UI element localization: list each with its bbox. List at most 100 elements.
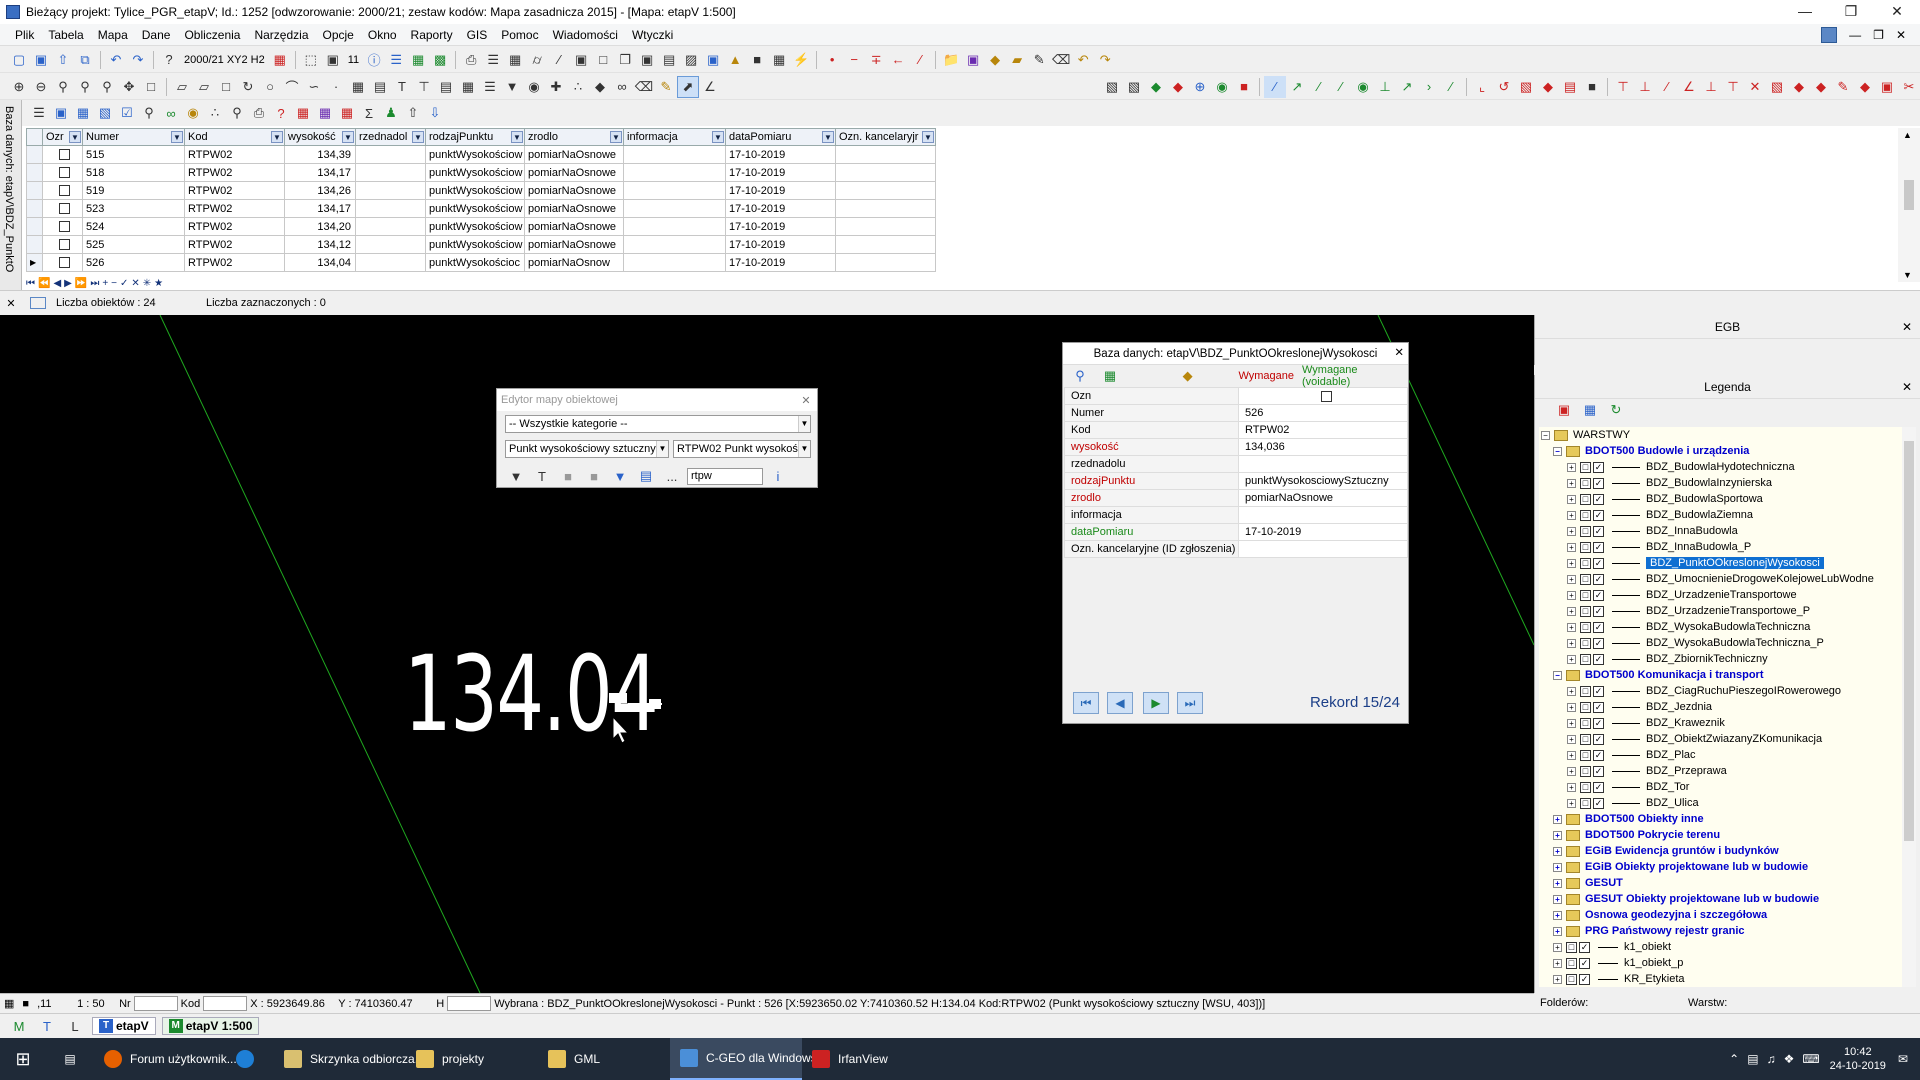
- minimize-button[interactable]: —: [1782, 0, 1828, 24]
- cell-rodzajpunktu[interactable]: punktWysokościoc: [425, 253, 525, 272]
- geo-c-icon[interactable]: ∕: [1656, 76, 1678, 98]
- import-icon[interactable]: ⇧: [52, 49, 74, 71]
- tree-group[interactable]: + Osnowa geodezyjna i szczegółowa: [1539, 907, 1913, 923]
- symbol-icon[interactable]: ▼: [501, 76, 523, 98]
- snap-b-icon[interactable]: ▧: [1123, 76, 1145, 98]
- map-l-icon[interactable]: L: [64, 1015, 86, 1037]
- pen-icon[interactable]: ✎: [1028, 49, 1050, 71]
- properties-icon[interactable]: ☰: [385, 49, 407, 71]
- cell-zrodlo[interactable]: pomiarNaOsnowe: [524, 181, 624, 200]
- cell-rzednadol[interactable]: [355, 163, 426, 182]
- line-tool-h-icon[interactable]: ›: [1418, 76, 1440, 98]
- cross-icon[interactable]: ✚: [545, 76, 567, 98]
- cell-informacja[interactable]: [623, 235, 726, 254]
- tree-group[interactable]: + GESUT Obiekty projektowane lub w budowi…: [1539, 891, 1913, 907]
- measure-icon[interactable]: ⌭: [526, 49, 548, 71]
- line-tool-b-icon[interactable]: ↗: [1286, 76, 1308, 98]
- redo2-icon[interactable]: ↷: [1094, 49, 1116, 71]
- tool-a-icon[interactable]: ▨: [680, 49, 702, 71]
- editor-layer-icon[interactable]: ▤: [635, 465, 657, 487]
- line-tool-c-icon[interactable]: ∕: [1308, 76, 1330, 98]
- eraser-icon[interactable]: ▰: [1006, 49, 1028, 71]
- tree-group[interactable]: + BDOT500 Obiekty inne: [1539, 811, 1913, 827]
- record-field-value[interactable]: [1238, 540, 1408, 558]
- tree-layer[interactable]: + □ ✓ BDZ_Kraweznik: [1539, 715, 1913, 731]
- text-c-icon[interactable]: ▤: [435, 76, 457, 98]
- tree-layer[interactable]: + □ ✓ BDZ_BudowlaZiemna: [1539, 507, 1913, 523]
- snap-g-icon[interactable]: ■: [1233, 76, 1255, 98]
- tree-group[interactable]: + GESUT: [1539, 875, 1913, 891]
- cell-informacja[interactable]: [623, 163, 726, 182]
- col-ozr[interactable]: Ozr ▼: [42, 128, 83, 146]
- pan-icon[interactable]: ✥: [118, 76, 140, 98]
- tree-group[interactable]: − BDOT500 Budowle i urządzenia: [1539, 443, 1913, 459]
- legend-scrollbar[interactable]: [1902, 427, 1916, 987]
- mod-e-icon[interactable]: ▤: [1559, 76, 1581, 98]
- start-button[interactable]: ⊞: [0, 1038, 46, 1080]
- cell-zrodlo[interactable]: pomiarNaOsnowe: [524, 217, 624, 236]
- line-tool-a-icon[interactable]: ∕: [1264, 75, 1286, 98]
- geo-k-icon[interactable]: ✎: [1832, 76, 1854, 98]
- mdi-minimize-button[interactable]: —: [1849, 28, 1861, 42]
- geo-m-icon[interactable]: ▣: [1876, 76, 1898, 98]
- db-link-icon[interactable]: ∞: [160, 102, 182, 124]
- tree-group[interactable]: + PRG Państwowy rejestr granic: [1539, 923, 1913, 939]
- row-indicator[interactable]: [26, 235, 43, 254]
- record-prev-button[interactable]: ◀: [1107, 692, 1133, 714]
- tree-layer[interactable]: + □ ✓ k1_obiekt_p: [1539, 955, 1913, 971]
- list-icon[interactable]: ☰: [479, 76, 501, 98]
- db-user-icon[interactable]: ♟: [380, 102, 402, 124]
- row-checkbox[interactable]: [42, 163, 83, 182]
- geo-e-icon[interactable]: ⊥: [1700, 76, 1722, 98]
- line-tool-d-icon[interactable]: ∕: [1330, 76, 1352, 98]
- hatch-icon[interactable]: ▦: [347, 76, 369, 98]
- menu-tabela[interactable]: Tabela: [41, 28, 90, 42]
- db-sum-icon[interactable]: Σ: [358, 102, 380, 124]
- restore-button[interactable]: ❐: [1828, 0, 1874, 24]
- line-tool-e-icon[interactable]: ◉: [1352, 76, 1374, 98]
- new-project-icon[interactable]: ▢: [8, 49, 30, 71]
- geo-b-icon[interactable]: ⊥: [1634, 76, 1656, 98]
- category-select[interactable]: -- Wszystkie kategorie -- ▼: [505, 415, 811, 433]
- paint-icon[interactable]: ✎: [655, 76, 677, 98]
- tree-layer[interactable]: + □ ✓ BDZ_Jezdnia: [1539, 699, 1913, 715]
- db-query-icon[interactable]: ?: [270, 102, 292, 124]
- tree-layer[interactable]: + □ ✓ BDZ_Plac: [1539, 747, 1913, 763]
- copy-icon[interactable]: ⧉: [74, 49, 96, 71]
- layers-icon[interactable]: ☰: [482, 49, 504, 71]
- nav-confirm-icon[interactable]: ✓: [120, 278, 128, 289]
- fill-toggle-icon[interactable]: ■: [18, 998, 33, 1010]
- menu-gis[interactable]: GIS: [460, 28, 495, 42]
- tree-layer[interactable]: + □ ✓ BDZ_PunktOOkreslonejWysokosci: [1539, 555, 1913, 571]
- db-grid-c-icon[interactable]: ▦: [336, 102, 358, 124]
- cell-wysokosc[interactable]: 134,17: [284, 163, 356, 182]
- geo-i-icon[interactable]: ◆: [1788, 76, 1810, 98]
- nav-delete-icon[interactable]: −: [111, 278, 117, 289]
- tree-group[interactable]: + BDOT500 Pokrycie terenu: [1539, 827, 1913, 843]
- geo-g-icon[interactable]: ✕: [1744, 76, 1766, 98]
- trim-icon[interactable]: ∕: [909, 49, 931, 71]
- tray-dropbox-icon[interactable]: ❖: [1780, 1038, 1799, 1080]
- cut-icon[interactable]: ∓: [865, 49, 887, 71]
- calculator-icon[interactable]: ▦: [269, 49, 291, 71]
- col-numer[interactable]: Numer ▼: [82, 128, 185, 146]
- record-search-icon[interactable]: ⚲: [1069, 365, 1091, 387]
- snap-c-icon[interactable]: ◆: [1145, 76, 1167, 98]
- snap-f-icon[interactable]: ◉: [1211, 76, 1233, 98]
- row-checkbox[interactable]: [42, 145, 83, 164]
- draw-dot-icon[interactable]: ·: [325, 76, 347, 98]
- cell-informacja[interactable]: [623, 253, 726, 272]
- tool-f-icon[interactable]: ⚡: [790, 49, 812, 71]
- menu-plik[interactable]: Plik: [8, 28, 41, 42]
- cell-informacja[interactable]: [623, 145, 726, 164]
- taskbar-app[interactable]: GML: [538, 1038, 670, 1080]
- cell-zrodlo[interactable]: pomiarNaOsnowe: [524, 235, 624, 254]
- cell-rodzajpunktu[interactable]: punktWysokościow: [425, 163, 525, 182]
- code-select[interactable]: RTPW02 Punkt wysokoś ▼: [673, 440, 811, 458]
- kod-input[interactable]: [203, 996, 248, 1011]
- tree-layer[interactable]: + □ ✓ BDZ_Tor: [1539, 779, 1913, 795]
- map-t-icon[interactable]: T: [36, 1015, 58, 1037]
- menu-narzedzia[interactable]: Narzędzia: [247, 28, 315, 42]
- tree-layer[interactable]: + □ ✓ BDZ_WysokaBudowlaTechniczna: [1539, 619, 1913, 635]
- editor-fill-icon[interactable]: ■: [557, 465, 579, 487]
